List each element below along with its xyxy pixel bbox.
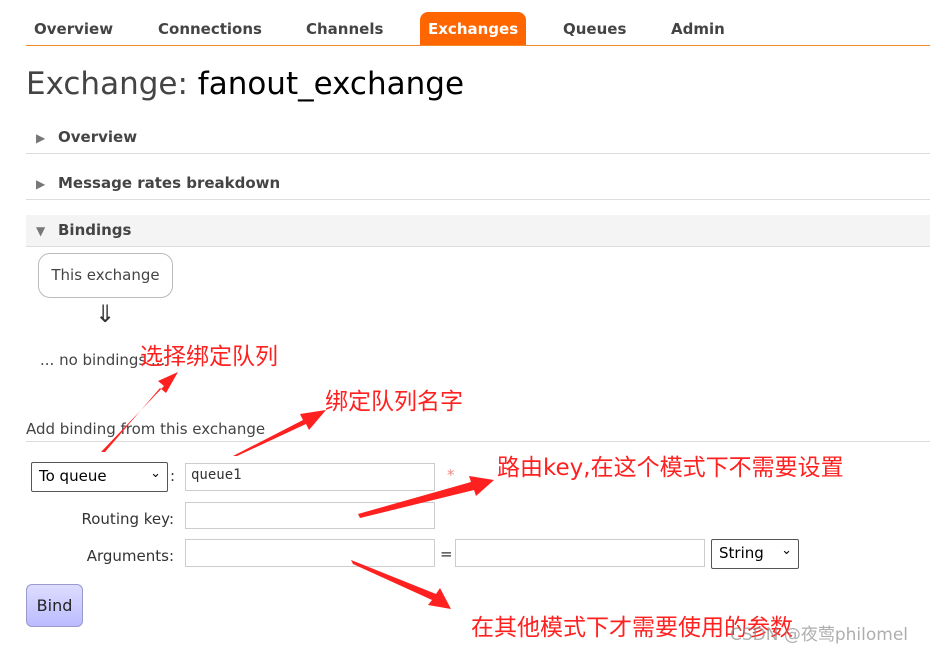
annotation-arrows xyxy=(101,372,494,609)
annotation-routing-key: 路由key,在这个模式下不需要设置 xyxy=(497,455,844,481)
annotation-select-queue: 选择绑定队列 xyxy=(140,344,278,370)
watermark: CSDN @夜莺philomel xyxy=(730,625,909,645)
annotation-arrow xyxy=(101,372,178,452)
annotation-queue-name: 绑定队列名字 xyxy=(325,389,463,415)
annotation-arrow xyxy=(233,410,326,456)
annotation-arrow xyxy=(351,560,451,609)
annotation-arrow xyxy=(358,476,494,518)
